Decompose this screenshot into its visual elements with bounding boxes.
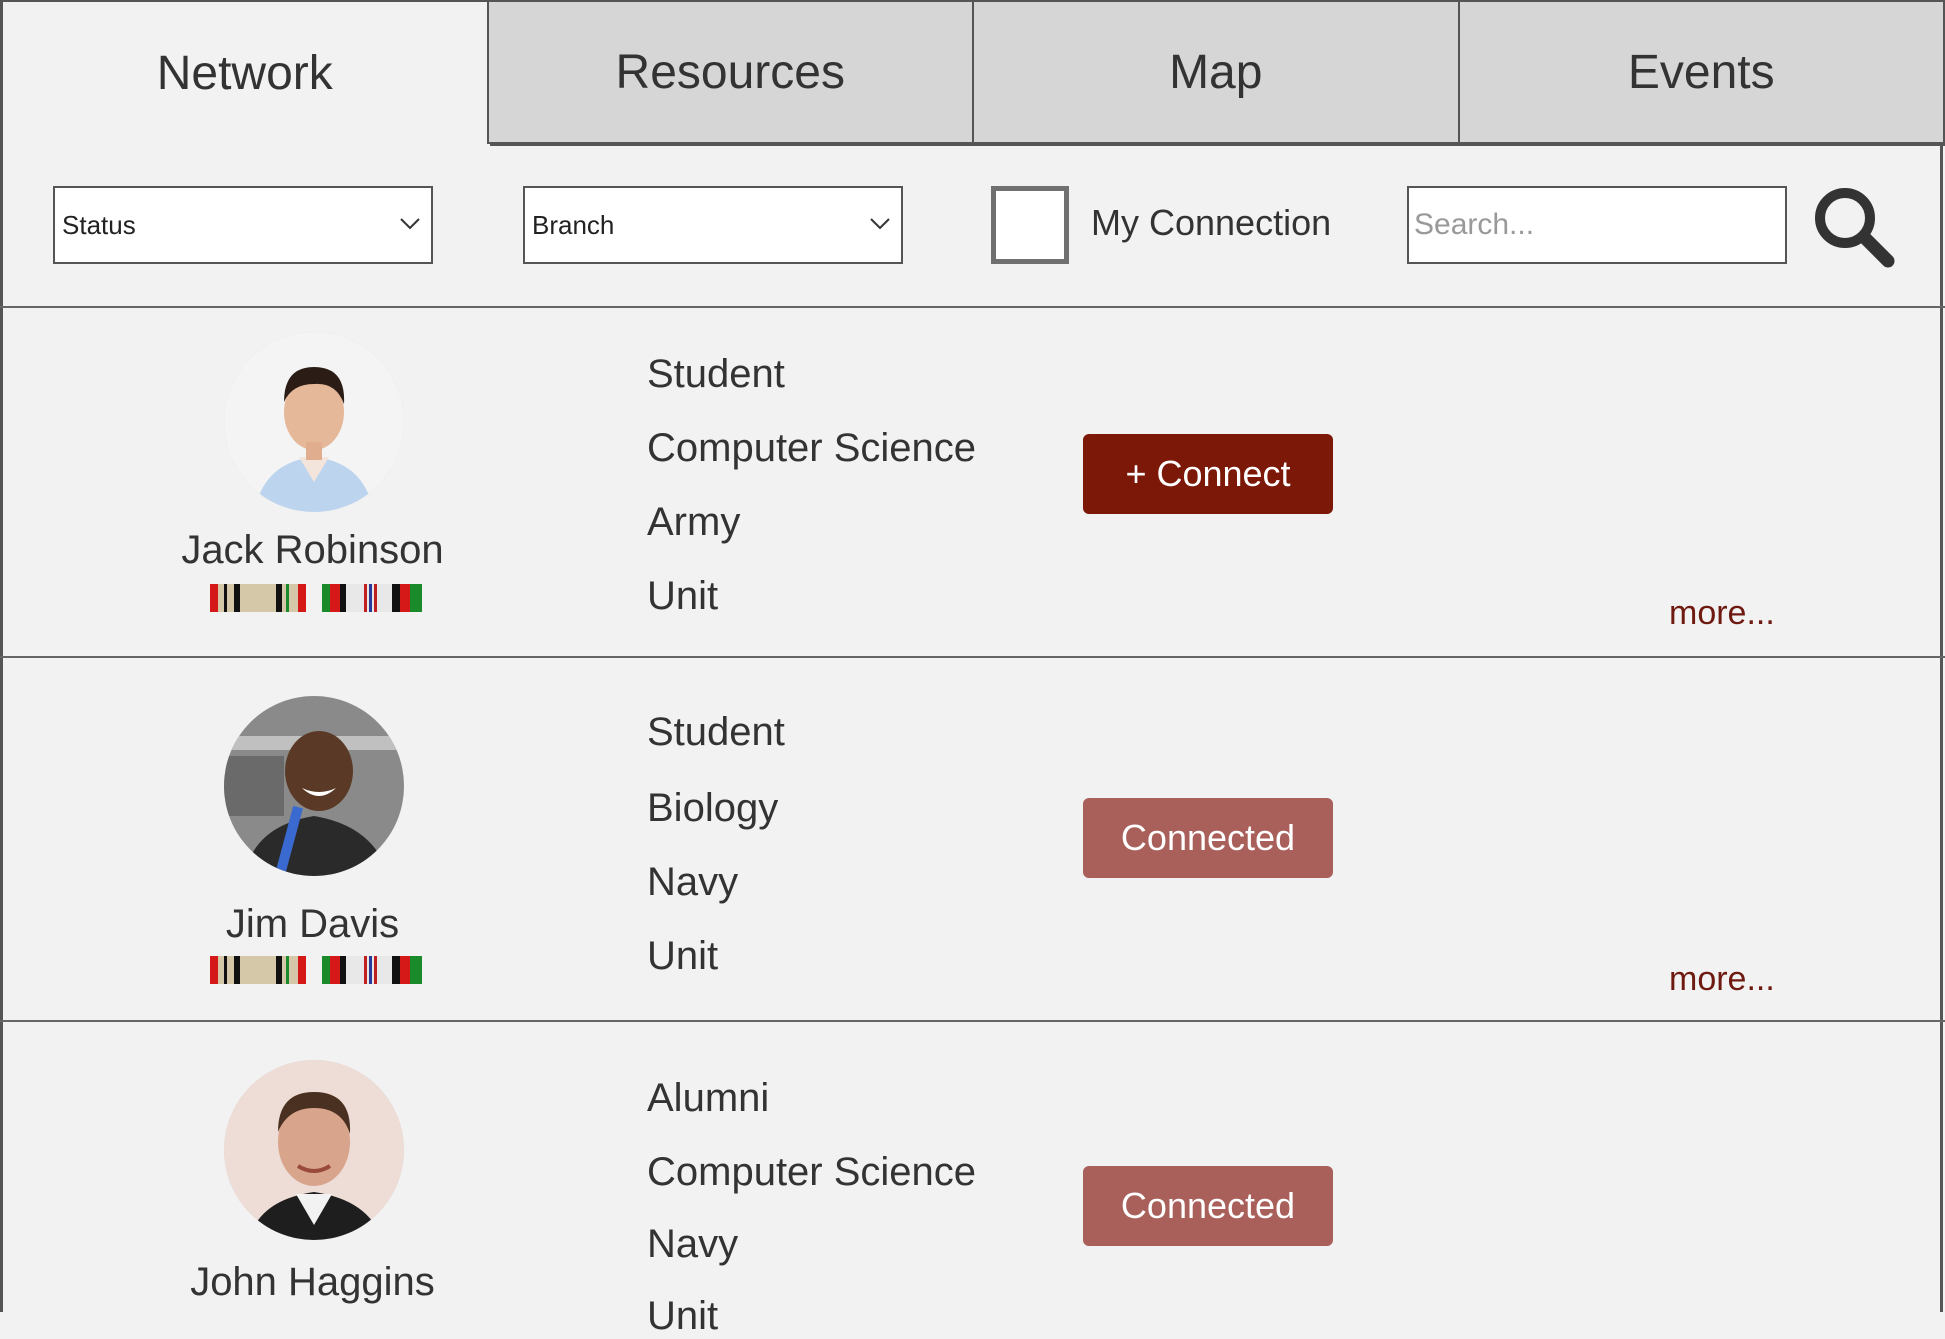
person-name: Jack Robinson xyxy=(150,528,475,573)
ribbon-bar-icon xyxy=(210,584,422,612)
status-select-value: Status xyxy=(62,210,136,241)
my-connection-label: My Connection xyxy=(1091,202,1331,244)
person-name: John Haggins xyxy=(150,1260,475,1305)
avatar xyxy=(224,1060,404,1240)
tab-network[interactable]: Network xyxy=(0,0,489,144)
ribbon-bar-icon xyxy=(210,956,422,984)
avatar xyxy=(224,332,404,512)
person-status: Student xyxy=(647,352,785,397)
search-icon[interactable] xyxy=(1808,181,1898,271)
chevron-down-icon xyxy=(869,212,891,234)
person-major: Computer Science xyxy=(647,1150,976,1195)
connected-button[interactable]: Connected xyxy=(1083,798,1333,878)
more-link[interactable]: more... xyxy=(1669,960,1775,999)
avatar xyxy=(224,696,404,876)
person-branch: Navy xyxy=(647,860,738,905)
person-name: Jim Davis xyxy=(150,902,475,947)
more-link[interactable]: more... xyxy=(1669,594,1775,633)
chevron-down-icon xyxy=(399,212,421,234)
person-branch: Navy xyxy=(647,1222,738,1267)
person-major: Computer Science xyxy=(647,426,976,471)
search-input[interactable] xyxy=(1407,186,1787,264)
tab-bar: Network Resources Map Events xyxy=(0,0,1945,146)
list-item: Jack Robinson Student Computer Science A… xyxy=(0,306,1945,658)
branch-select[interactable]: Branch xyxy=(523,186,903,264)
person-unit: Unit xyxy=(647,1294,718,1339)
person-status: Student xyxy=(647,710,785,755)
connect-button[interactable]: + Connect xyxy=(1083,434,1333,514)
status-select[interactable]: Status xyxy=(53,186,433,264)
tab-events[interactable]: Events xyxy=(1460,0,1945,144)
my-connection-checkbox[interactable] xyxy=(991,186,1069,264)
connected-button[interactable]: Connected xyxy=(1083,1166,1333,1246)
person-unit: Unit xyxy=(647,574,718,619)
list-item: Jim Davis Student Biology Navy Unit Conn… xyxy=(0,658,1945,1022)
list-item: John Haggins Alumni Computer Science Nav… xyxy=(0,1022,1945,1312)
filter-bar: Status Branch My Connection xyxy=(0,146,1945,308)
person-major: Biology xyxy=(647,786,778,831)
tab-resources[interactable]: Resources xyxy=(489,0,975,144)
tab-map[interactable]: Map xyxy=(974,0,1460,144)
person-unit: Unit xyxy=(647,934,718,979)
branch-select-value: Branch xyxy=(532,210,614,241)
person-status: Alumni xyxy=(647,1076,769,1121)
person-branch: Army xyxy=(647,500,740,545)
